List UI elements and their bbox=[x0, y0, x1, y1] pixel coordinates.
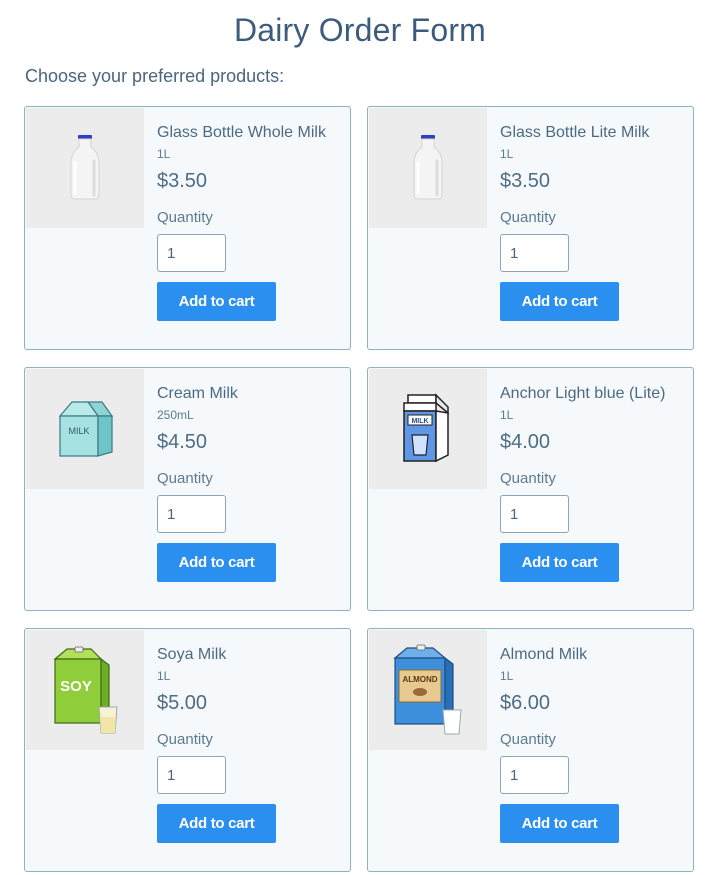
quantity-input[interactable] bbox=[500, 495, 569, 533]
product-grid: Glass Bottle Whole Milk 1L $3.50 Quantit… bbox=[24, 106, 694, 872]
product-name: Glass Bottle Lite Milk bbox=[500, 124, 650, 141]
product-price: $6.00 bbox=[500, 692, 551, 714]
add-to-cart-button[interactable]: Add to cart bbox=[157, 804, 276, 843]
quantity-label: Quantity bbox=[500, 731, 556, 748]
product-name: Almond Milk bbox=[500, 646, 588, 663]
product-image: SOY bbox=[26, 630, 144, 750]
product-price: $4.00 bbox=[500, 431, 551, 453]
add-to-cart-button[interactable]: Add to cart bbox=[157, 543, 276, 582]
product-volume: 1L bbox=[500, 147, 514, 161]
product-price: $4.50 bbox=[157, 431, 208, 453]
quantity-label: Quantity bbox=[500, 470, 556, 487]
quantity-label: Quantity bbox=[157, 209, 213, 226]
product-price: $5.00 bbox=[157, 692, 208, 714]
product-volume: 250mL bbox=[157, 408, 194, 422]
quantity-input[interactable] bbox=[157, 495, 226, 533]
product-name: Soya Milk bbox=[157, 646, 227, 663]
quantity-input[interactable] bbox=[157, 234, 226, 272]
quantity-label: Quantity bbox=[157, 470, 213, 487]
carton-label: SOY bbox=[60, 678, 92, 695]
product-image: MILK bbox=[369, 369, 487, 489]
add-to-cart-button[interactable]: Add to cart bbox=[157, 282, 276, 321]
product-card-soya-milk: SOY Soya Milk 1L $5.00 Quantity Add to c… bbox=[24, 628, 351, 872]
milk-carton-icon: MILK bbox=[58, 401, 114, 457]
quantity-label: Quantity bbox=[500, 209, 556, 226]
quantity-input[interactable] bbox=[500, 756, 569, 794]
milk-bottle-icon bbox=[70, 135, 100, 200]
product-image: MILK bbox=[26, 369, 144, 489]
milk-bottle-icon bbox=[413, 135, 443, 200]
product-image: ALMOND bbox=[369, 630, 487, 750]
product-card-anchor-light-blue: MILK Anchor Light blue (Lite) 1L $4.00 Q… bbox=[367, 367, 694, 611]
carton-label: ALMOND bbox=[402, 675, 437, 684]
product-volume: 1L bbox=[500, 408, 514, 422]
quantity-input[interactable] bbox=[157, 756, 226, 794]
page-title: Dairy Order Form bbox=[233, 12, 487, 48]
product-price: $3.50 bbox=[500, 170, 551, 192]
almond-carton-icon: ALMOND bbox=[393, 644, 462, 735]
product-card-cream-milk: MILK Cream Milk 250mL $4.50 Quantity Add… bbox=[24, 367, 351, 611]
product-image bbox=[26, 108, 144, 228]
product-volume: 1L bbox=[157, 669, 171, 683]
soy-carton-icon: SOY bbox=[53, 646, 118, 734]
product-volume: 1L bbox=[157, 147, 171, 161]
product-name: Anchor Light blue (Lite) bbox=[500, 385, 666, 402]
product-name: Cream Milk bbox=[157, 385, 238, 402]
add-to-cart-button[interactable]: Add to cart bbox=[500, 282, 619, 321]
milk-carton-glass-icon: MILK bbox=[403, 393, 449, 463]
carton-label: MILK bbox=[68, 426, 89, 436]
quantity-label: Quantity bbox=[157, 731, 213, 748]
product-volume: 1L bbox=[500, 669, 514, 683]
quantity-input[interactable] bbox=[500, 234, 569, 272]
carton-label: MILK bbox=[411, 418, 428, 425]
add-to-cart-button[interactable]: Add to cart bbox=[500, 804, 619, 843]
page-subtitle: Choose your preferred products: bbox=[25, 66, 285, 86]
product-price: $3.50 bbox=[157, 170, 208, 192]
product-name: Glass Bottle Whole Milk bbox=[157, 124, 326, 141]
product-card-almond-milk: ALMOND Almond Milk 1L $6.00 Quantity Add… bbox=[367, 628, 694, 872]
product-image bbox=[369, 108, 487, 228]
product-card-glass-bottle-lite-milk: Glass Bottle Lite Milk 1L $3.50 Quantity… bbox=[367, 106, 694, 350]
add-to-cart-button[interactable]: Add to cart bbox=[500, 543, 619, 582]
product-card-glass-bottle-whole-milk: Glass Bottle Whole Milk 1L $3.50 Quantit… bbox=[24, 106, 351, 350]
